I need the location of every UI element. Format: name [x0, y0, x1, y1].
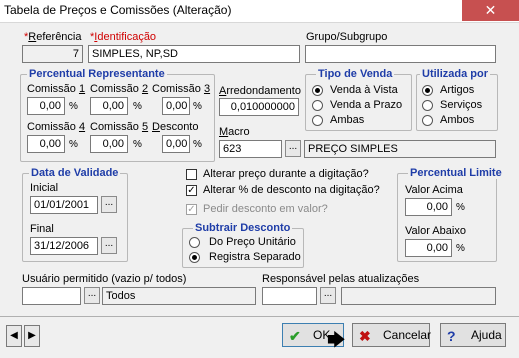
- comissao-2-label: Comissão 2: [90, 83, 149, 95]
- desconto-unit: %: [193, 139, 202, 150]
- checkbox-pedir-desconto: ✓: [186, 204, 197, 215]
- data-validade-title: Data de Validade: [29, 167, 121, 179]
- referencia-label: *Referência: [24, 31, 82, 43]
- arredondamento-field[interactable]: 0,010000000: [219, 98, 299, 116]
- radio-venda-prazo[interactable]: [312, 100, 323, 111]
- data-inicial-field[interactable]: 01/01/2001: [30, 196, 98, 214]
- title-bar: Tabela de Preços e Comissões (Alteração)…: [0, 0, 519, 23]
- radio-registra-separado[interactable]: [189, 252, 200, 263]
- comissao-1-label: Comissão 1: [27, 83, 86, 95]
- data-final-button[interactable]: ...: [101, 237, 117, 254]
- inicial-label: Inicial: [30, 182, 59, 194]
- valor-acima-label: Valor Acima: [405, 184, 463, 196]
- identificacao-field[interactable]: SIMPLES, NP,SD: [88, 45, 300, 63]
- comissao-2-field[interactable]: 0,00: [90, 97, 128, 115]
- next-record-button[interactable]: ▶: [24, 325, 40, 347]
- percentual-limite-title: Percentual Limite: [408, 167, 504, 179]
- valor-acima-field[interactable]: 0,00: [405, 198, 452, 216]
- comissao-4-unit: %: [69, 139, 78, 150]
- valor-acima-unit: %: [456, 202, 465, 213]
- macro-name-field: PREÇO SIMPLES: [304, 140, 496, 158]
- valor-abaixo-unit: %: [456, 243, 465, 254]
- close-icon: ✕: [484, 2, 497, 18]
- grupo-field[interactable]: [305, 45, 496, 63]
- utilizada-por-title: Utilizada por: [420, 68, 491, 80]
- cancelar-button-label: Cancelar: [383, 328, 432, 342]
- cancel-x-icon: ✖: [359, 328, 371, 344]
- comissao-3-unit: %: [193, 101, 202, 112]
- responsavel-label: Responsável pelas atualizações: [262, 273, 420, 285]
- comissao-3-field[interactable]: 0,00: [162, 97, 190, 115]
- radio-ambas[interactable]: [312, 115, 323, 126]
- radio-preco-unitario[interactable]: [189, 237, 200, 248]
- arredondamento-label: Arredondamento: [219, 85, 301, 97]
- radio-venda-prazo-label: Venda a Prazo: [330, 99, 403, 111]
- close-button[interactable]: ✕: [462, 0, 519, 21]
- macro-code-field[interactable]: 623: [219, 140, 282, 158]
- prev-record-button[interactable]: ◀: [6, 325, 22, 347]
- checkbox-alterar-desconto-label: Alterar % de desconto na digitação?: [203, 184, 380, 196]
- checkbox-pedir-desconto-label: Pedir desconto em valor?: [203, 203, 328, 215]
- usuario-name-field: Todos: [102, 287, 256, 305]
- checkbox-alterar-preco[interactable]: [186, 169, 197, 180]
- usuario-code-field[interactable]: [22, 287, 81, 305]
- responsavel-name-field: [341, 287, 496, 305]
- radio-venda-vista-label: Venda à Vista: [330, 84, 398, 96]
- radio-artigos-label: Artigos: [440, 84, 475, 96]
- desconto-field[interactable]: 0,00: [162, 135, 190, 153]
- radio-servicos-label: Serviços: [440, 99, 483, 111]
- grupo-label: Grupo/Subgrupo: [306, 31, 388, 43]
- comissao-5-label: Comissão 5: [90, 121, 149, 133]
- radio-servicos[interactable]: [422, 100, 433, 111]
- footer-divider: [0, 316, 519, 317]
- radio-ambos-label: Ambos: [440, 114, 475, 126]
- desconto-label: Desconto: [152, 121, 199, 133]
- valor-abaixo-field[interactable]: 0,00: [405, 239, 452, 257]
- radio-venda-vista[interactable]: [312, 85, 323, 96]
- comissao-1-field[interactable]: 0,00: [27, 97, 65, 115]
- comissao-1-unit: %: [69, 101, 78, 112]
- prev-icon: ◀: [10, 330, 18, 341]
- help-icon: ?: [447, 328, 456, 344]
- ajuda-button-label: Ajuda: [471, 328, 502, 342]
- tipo-venda-title: Tipo de Venda: [316, 68, 395, 80]
- data-inicial-button[interactable]: ...: [101, 196, 117, 213]
- checkbox-alterar-desconto[interactable]: ✓: [186, 185, 197, 196]
- mouse-cursor-icon: 🡆: [327, 330, 346, 350]
- comissao-3-label: Comissão 3: [152, 83, 211, 95]
- percentual-representante-title: Percentual Representante: [27, 68, 167, 80]
- valor-abaixo-label: Valor Abaixo: [405, 225, 466, 237]
- radio-artigos[interactable]: [422, 85, 433, 96]
- responsavel-lookup-button[interactable]: ...: [320, 287, 336, 304]
- radio-ambos[interactable]: [422, 115, 433, 126]
- referencia-field[interactable]: 7: [22, 45, 83, 63]
- usuario-lookup-button[interactable]: ...: [84, 287, 100, 304]
- radio-preco-unitario-label: Do Preço Unitário: [209, 236, 296, 248]
- check-icon: ✔: [289, 328, 301, 344]
- usuario-label: Usuário permitido (vazio p/ todos): [22, 273, 187, 285]
- radio-registra-separado-label: Registra Separado: [209, 251, 301, 263]
- next-icon: ▶: [28, 330, 36, 341]
- data-final-field[interactable]: 31/12/2006: [30, 237, 98, 255]
- comissao-4-field[interactable]: 0,00: [27, 135, 65, 153]
- comissao-2-unit: %: [133, 101, 142, 112]
- checkbox-alterar-preco-label: Alterar preço durante a digitação?: [203, 168, 369, 180]
- comissao-5-field[interactable]: 0,00: [90, 135, 128, 153]
- responsavel-code-field[interactable]: [262, 287, 317, 305]
- subtrair-desconto-title: Subtrair Desconto: [193, 222, 293, 234]
- radio-ambas-label: Ambas: [330, 114, 365, 126]
- comissao-4-label: Comissão 4: [27, 121, 86, 133]
- final-label: Final: [30, 223, 54, 235]
- macro-label: Macro: [219, 126, 250, 138]
- macro-lookup-button[interactable]: ...: [285, 140, 301, 157]
- window-title: Tabela de Preços e Comissões (Alteração): [4, 3, 232, 17]
- ajuda-button[interactable]: ? Ajuda: [440, 323, 506, 347]
- cancelar-button[interactable]: ✖ Cancelar: [352, 323, 432, 347]
- identificacao-label: *Identificação: [90, 31, 157, 43]
- comissao-5-unit: %: [133, 139, 142, 150]
